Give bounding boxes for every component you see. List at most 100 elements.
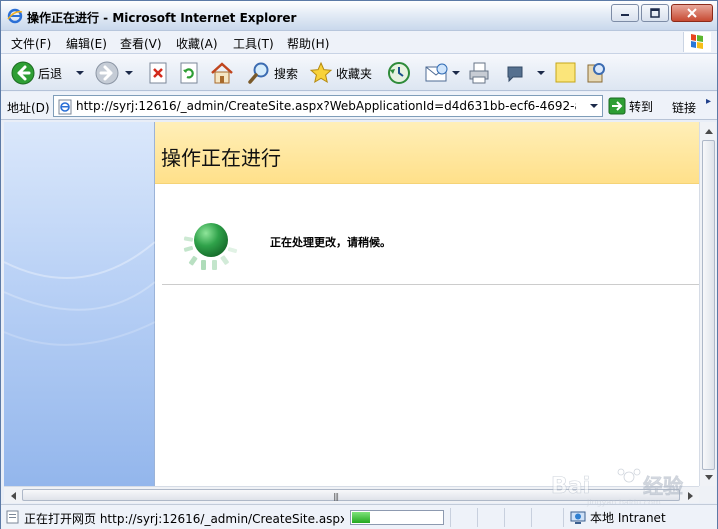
- refresh-button[interactable]: [179, 60, 199, 86]
- chevron-down-icon: [125, 71, 133, 75]
- security-zone[interactable]: 本地 Intranet: [570, 509, 666, 526]
- grip-icon: |||: [333, 492, 339, 501]
- title-bar: 操作正在进行 - Microsoft Internet Explorer: [1, 1, 717, 31]
- window-controls: [611, 4, 713, 22]
- address-label: 地址(D): [7, 101, 50, 115]
- standard-toolbar: 后退 搜索 收藏夹: [1, 53, 717, 91]
- page-title: 操作正在进行: [161, 146, 281, 170]
- scroll-up-button[interactable]: [701, 123, 716, 139]
- processing-message: 正在处理更改，请稍候。: [270, 236, 391, 249]
- maximize-button[interactable]: [641, 4, 669, 22]
- minimize-icon: [621, 14, 629, 16]
- loading-spinner-icon: [183, 223, 238, 270]
- minimize-button[interactable]: [611, 4, 639, 22]
- menu-help[interactable]: 帮助(H): [287, 35, 329, 52]
- refresh-icon: [180, 62, 198, 84]
- page-header: 操作正在进行: [155, 122, 699, 184]
- status-separator: [504, 508, 505, 527]
- discuss-icon: [507, 66, 523, 83]
- back-button[interactable]: 后退: [11, 60, 85, 86]
- back-arrow-icon: [11, 61, 35, 85]
- left-navigation-pane: [4, 122, 155, 486]
- horizontal-scrollbar[interactable]: |||: [4, 486, 699, 503]
- status-bar: 正在打开网页 http://syrj:12616/_admin/CreateSi…: [1, 504, 717, 529]
- chevron-down-icon: [590, 104, 598, 108]
- forward-button[interactable]: [95, 60, 133, 86]
- progress-fill: [352, 512, 370, 523]
- menu-view[interactable]: 查看(V): [120, 35, 162, 52]
- notes-button[interactable]: [554, 60, 578, 86]
- back-label: 后退: [38, 66, 63, 81]
- scroll-down-button[interactable]: [701, 469, 716, 485]
- search-icon: [248, 62, 269, 84]
- stop-icon: [149, 62, 167, 84]
- status-text: 正在打开网页 http://syrj:12616/_admin/CreateSi…: [24, 512, 344, 526]
- chevron-down-icon: [704, 474, 713, 480]
- research-icon: [587, 63, 605, 83]
- print-button[interactable]: [467, 60, 491, 86]
- links-button[interactable]: 链接: [672, 99, 696, 116]
- go-arrow-icon: [608, 97, 626, 115]
- mail-button[interactable]: [424, 60, 460, 86]
- horizontal-scroll-thumb[interactable]: |||: [22, 489, 680, 501]
- close-button[interactable]: [671, 4, 713, 22]
- forward-arrow-icon: [95, 61, 119, 85]
- content-divider: [162, 284, 699, 285]
- address-bar: 地址(D) http://syrj:12616/_admin/CreateSit…: [1, 92, 717, 120]
- menu-edit[interactable]: 编辑(E): [66, 35, 107, 52]
- ie-logo-icon: [7, 8, 23, 24]
- window-title: 操作正在进行 - Microsoft Internet Explorer: [27, 11, 297, 25]
- search-button[interactable]: 搜索: [247, 60, 298, 86]
- close-icon: [687, 8, 697, 18]
- page-loading-icon: [6, 510, 19, 524]
- mail-icon: [425, 63, 448, 82]
- status-separator: [531, 508, 532, 527]
- menu-bar: 文件(F) 编辑(E) 查看(V) 收藏(A) 工具(T) 帮助(H): [1, 31, 717, 53]
- intranet-icon: [570, 511, 586, 524]
- home-button[interactable]: [209, 60, 235, 86]
- page-viewport: 操作正在进行 正在处理更改，请稍候。: [4, 122, 699, 486]
- loading-progress-bar: [350, 510, 444, 525]
- windows-flag-icon: [683, 32, 711, 52]
- address-input[interactable]: http://syrj:12616/_admin/CreateSite.aspx…: [53, 95, 603, 117]
- stop-button[interactable]: [148, 60, 168, 86]
- chevron-right-icon: [687, 491, 693, 500]
- status-separator: [450, 508, 451, 527]
- page-icon: [58, 99, 72, 115]
- go-button[interactable]: 转到: [608, 96, 653, 116]
- menu-favorites[interactable]: 收藏(A): [176, 35, 218, 52]
- printer-icon: [469, 62, 489, 84]
- status-separator: [477, 508, 478, 527]
- discuss-button[interactable]: [503, 60, 545, 86]
- menu-file[interactable]: 文件(F): [11, 35, 51, 52]
- maximize-icon: [650, 8, 660, 18]
- vertical-scrollbar[interactable]: [699, 122, 716, 486]
- scroll-left-button[interactable]: [5, 488, 21, 503]
- scrollbar-corner: [699, 486, 716, 503]
- history-button[interactable]: [387, 60, 411, 86]
- home-icon: [211, 62, 233, 84]
- vertical-scroll-thumb[interactable]: [702, 140, 715, 470]
- go-label: 转到: [629, 99, 654, 114]
- address-url: http://syrj:12616/_admin/CreateSite.aspx…: [76, 99, 576, 113]
- search-label: 搜索: [274, 66, 299, 81]
- chevron-down-icon: [452, 71, 460, 75]
- ie-window: 操作正在进行 - Microsoft Internet Explorer 文件(…: [0, 0, 718, 529]
- scroll-right-button[interactable]: [682, 488, 698, 503]
- chevron-down-icon: [537, 71, 545, 75]
- sticky-note-icon: [555, 62, 576, 83]
- menu-tools[interactable]: 工具(T): [233, 35, 274, 52]
- chevron-down-icon: [76, 71, 85, 75]
- favorites-button[interactable]: 收藏夹: [309, 60, 372, 86]
- history-icon: [388, 62, 410, 84]
- chevron-up-icon: [704, 128, 713, 134]
- pane-swoosh-decoration: [4, 241, 155, 346]
- chevron-left-icon: [10, 491, 16, 500]
- star-icon: [309, 61, 333, 84]
- favorites-label: 收藏夹: [336, 66, 373, 81]
- research-button[interactable]: [584, 60, 608, 86]
- status-separator: [563, 508, 564, 527]
- chevron-right-icon[interactable]: ▸: [706, 96, 711, 107]
- zone-label: 本地 Intranet: [590, 511, 666, 525]
- address-dropdown-button[interactable]: [586, 96, 602, 116]
